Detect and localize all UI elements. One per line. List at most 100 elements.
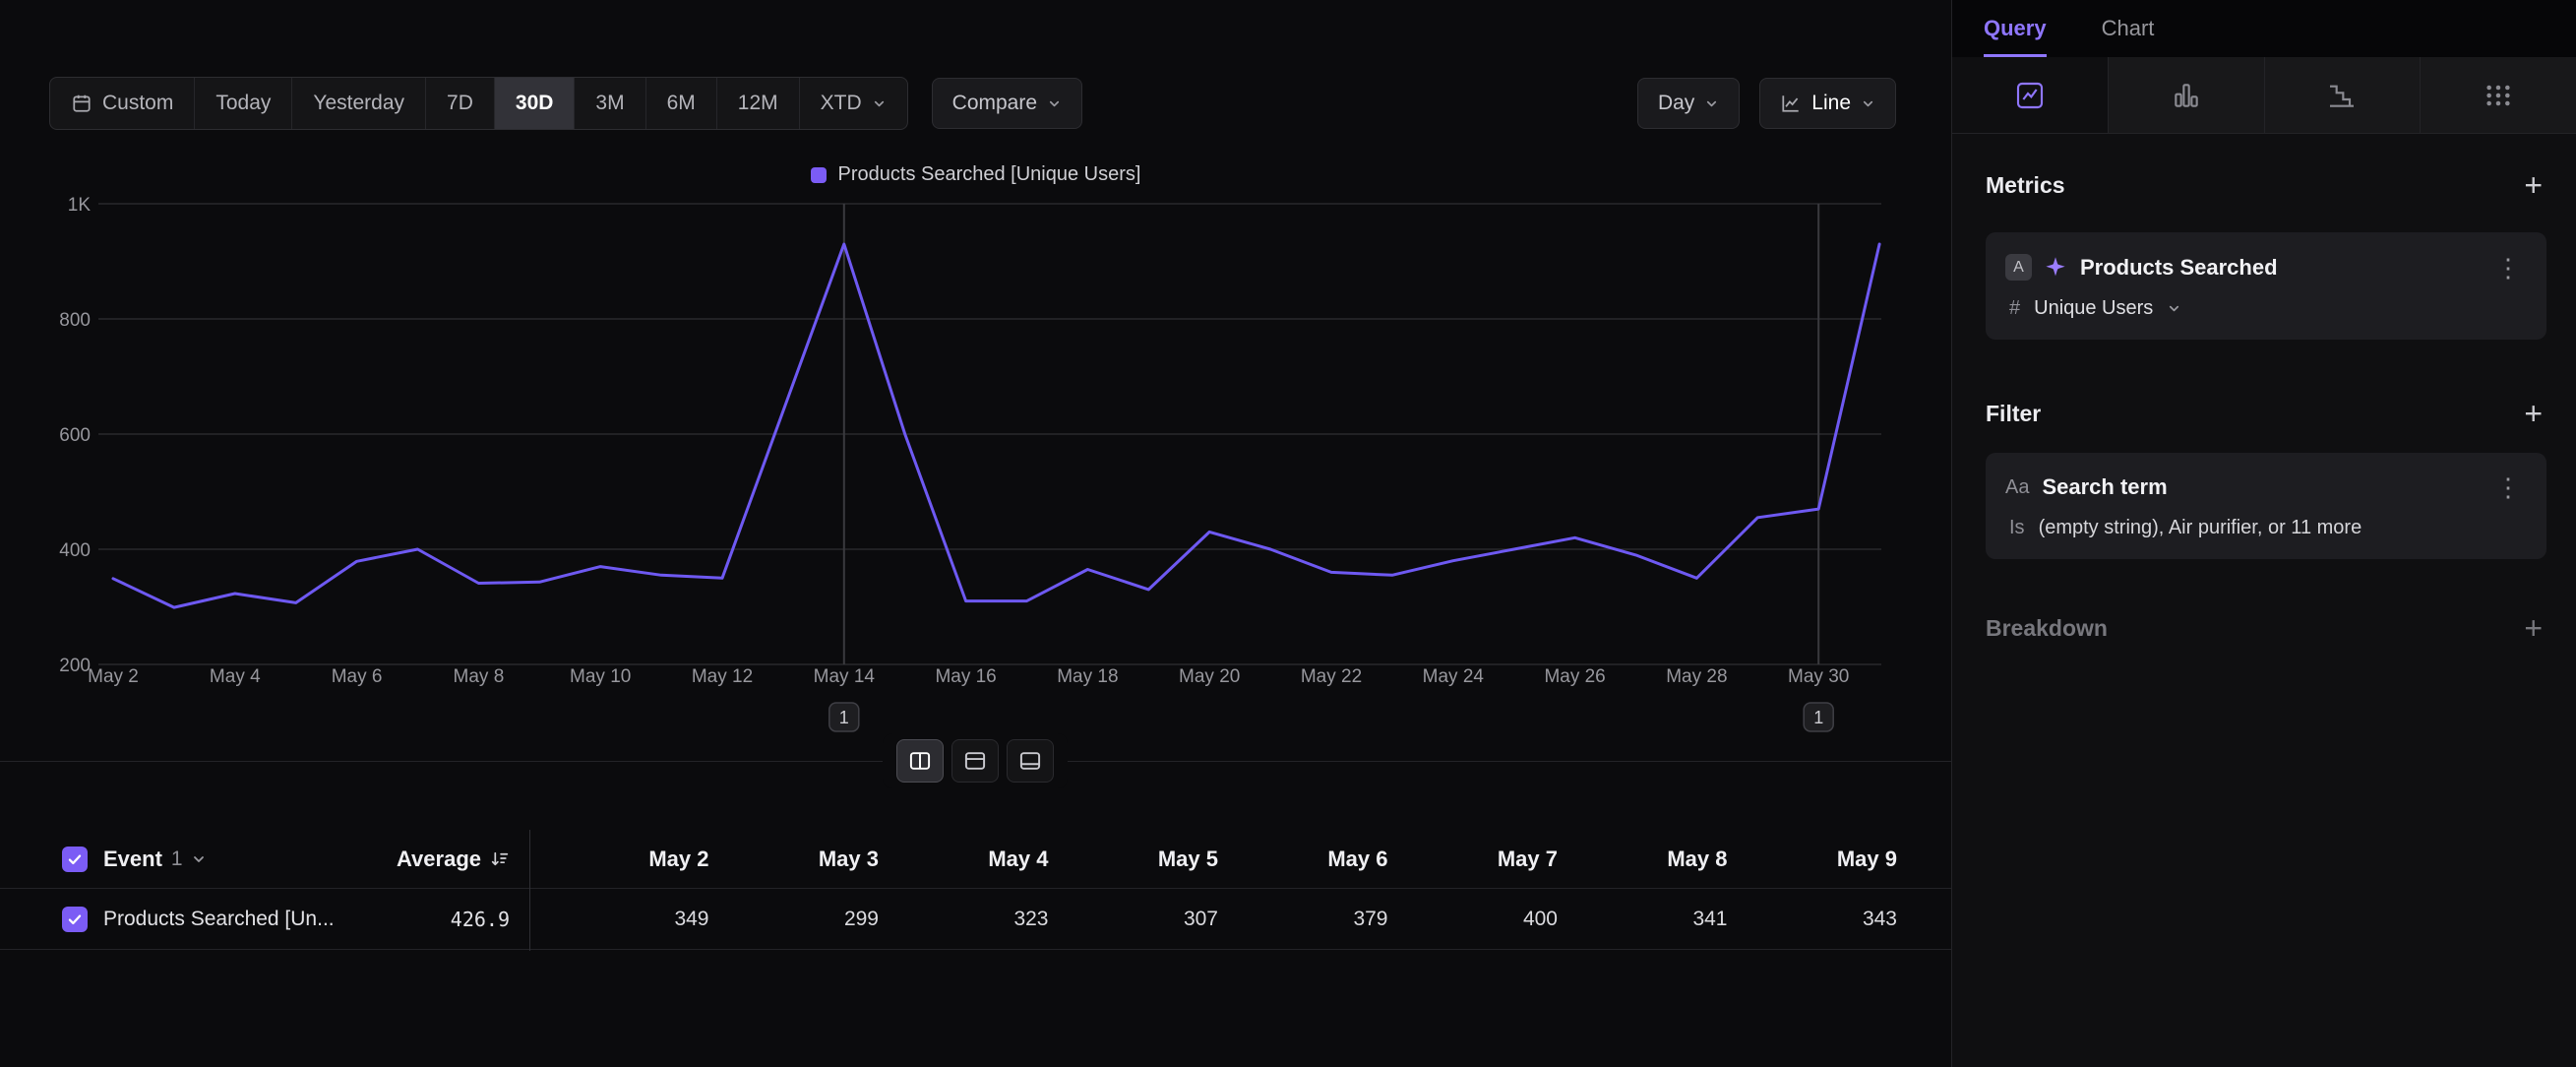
query-sidebar: Query Chart Metrics + A xyxy=(1951,0,2576,1067)
svg-text:May 10: May 10 xyxy=(570,666,631,687)
event-count: 1 xyxy=(171,847,183,871)
layout-split-columns-button[interactable] xyxy=(896,739,944,783)
chevron-down-icon xyxy=(1861,96,1875,111)
filter-operator: Is xyxy=(2009,517,2025,539)
tab-query[interactable]: Query xyxy=(1984,0,2047,57)
svg-text:May 22: May 22 xyxy=(1301,666,1362,687)
cell-value: 307 xyxy=(1049,908,1219,931)
tab-funnels[interactable] xyxy=(2108,57,2264,133)
metric-letter-badge: A xyxy=(2005,254,2032,281)
bottom-bar-layout-icon xyxy=(1017,748,1043,774)
breakdown-title: Breakdown xyxy=(1986,615,2108,642)
column-header: May 7 xyxy=(1388,847,1559,872)
sort-icon[interactable] xyxy=(489,848,510,869)
svg-text:May 16: May 16 xyxy=(935,666,996,687)
column-header: May 3 xyxy=(709,847,880,872)
cell-value: 400 xyxy=(1388,908,1559,931)
svg-text:May 4: May 4 xyxy=(210,666,261,687)
cell-value: 323 xyxy=(879,908,1049,931)
svg-text:1K: 1K xyxy=(68,195,92,216)
date-range-segmented-control: Custom Today Yesterday 7D 30D 3M 6M 12M … xyxy=(49,77,908,130)
chart-type-button[interactable]: Line xyxy=(1759,78,1896,129)
range-3m-button[interactable]: 3M xyxy=(574,78,644,129)
metrics-title: Metrics xyxy=(1986,172,2065,199)
column-header: May 4 xyxy=(879,847,1049,872)
kebab-menu-icon[interactable]: ⋮ xyxy=(2489,255,2527,281)
metrics-section-header: Metrics + xyxy=(1986,169,2546,201)
range-xtd-button[interactable]: XTD xyxy=(799,78,907,129)
svg-text:May 14: May 14 xyxy=(814,666,876,687)
filter-condition[interactable]: Is (empty string), Air purifier, or 11 m… xyxy=(2005,517,2527,539)
svg-text:1: 1 xyxy=(1813,708,1823,727)
measure-selector[interactable]: # Unique Users xyxy=(2005,297,2527,320)
line-chart: 1K80060040020011May 2May 4May 6May 8May … xyxy=(0,167,1951,758)
chart-type-label: Line xyxy=(1811,92,1851,115)
select-all-checkbox[interactable] xyxy=(62,847,88,872)
range-6m-button[interactable]: 6M xyxy=(645,78,716,129)
range-12m-button[interactable]: 12M xyxy=(716,78,799,129)
report-type-tabs xyxy=(1952,57,2576,134)
svg-text:May 12: May 12 xyxy=(692,666,753,687)
chevron-down-icon xyxy=(1704,96,1719,111)
split-columns-icon xyxy=(907,748,933,774)
analytics-app: Custom Today Yesterday 7D 30D 3M 6M 12M … xyxy=(0,0,2576,1067)
average-label: Average xyxy=(397,847,481,872)
average-header: Average xyxy=(397,847,510,872)
svg-text:May 20: May 20 xyxy=(1179,666,1240,687)
top-bar-layout-icon xyxy=(962,748,988,774)
column-header: May 8 xyxy=(1558,847,1728,872)
svg-text:May 30: May 30 xyxy=(1788,666,1849,687)
cell-value: 341 xyxy=(1558,908,1728,931)
add-filter-button[interactable]: + xyxy=(2520,398,2546,429)
svg-text:400: 400 xyxy=(59,540,91,561)
add-metric-button[interactable]: + xyxy=(2520,169,2546,201)
column-header: May 2 xyxy=(539,847,709,872)
layout-toggle-group xyxy=(883,733,1068,788)
filter-title: Filter xyxy=(1986,401,2041,427)
tab-chart[interactable]: Chart xyxy=(2102,0,2155,57)
line-chart-icon xyxy=(1780,93,1802,114)
add-breakdown-button[interactable]: + xyxy=(2520,612,2546,644)
table-header-row: Event 1 Average May 2 May 3 May xyxy=(0,830,1951,889)
svg-text:May 8: May 8 xyxy=(454,666,505,687)
row-checkbox[interactable] xyxy=(62,907,88,932)
range-today-button[interactable]: Today xyxy=(194,78,291,129)
chevron-down-icon[interactable] xyxy=(191,851,207,867)
table-header-columns: May 2 May 3 May 4 May 5 May 6 May 7 May … xyxy=(529,847,1951,872)
column-header: May 9 xyxy=(1728,847,1898,872)
granularity-label: Day xyxy=(1658,92,1694,115)
chevron-down-icon xyxy=(872,96,887,111)
cell-value: 343 xyxy=(1728,908,1898,931)
svg-text:1: 1 xyxy=(839,708,849,727)
granularity-button[interactable]: Day xyxy=(1637,78,1740,129)
tab-retention[interactable] xyxy=(2264,57,2421,133)
hash-icon: # xyxy=(2009,297,2020,320)
svg-text:May 24: May 24 xyxy=(1423,666,1485,687)
series-name: Products Searched [Un... xyxy=(103,908,335,931)
chevron-down-icon xyxy=(2167,301,2181,316)
table-row-values: 349 299 323 307 379 400 341 343 xyxy=(529,908,1951,931)
layout-top-bar-button[interactable] xyxy=(951,739,999,783)
svg-text:200: 200 xyxy=(59,656,91,676)
filter-card[interactable]: Aa Search term ⋮ Is (empty string), Air … xyxy=(1986,453,2546,559)
sidebar-tabs: Query Chart xyxy=(1952,0,2576,57)
metric-card[interactable]: A Products Searched ⋮ # Unique Users xyxy=(1986,232,2546,340)
column-header: May 5 xyxy=(1049,847,1219,872)
cell-value: 349 xyxy=(539,908,709,931)
range-30d-button[interactable]: 30D xyxy=(494,78,575,129)
table-header-fixed: Event 1 Average xyxy=(0,847,529,872)
compare-button[interactable]: Compare xyxy=(932,78,1082,129)
table-column-divider xyxy=(529,830,530,951)
retention-steps-icon xyxy=(2326,80,2358,111)
tab-insights[interactable] xyxy=(1952,57,2108,134)
layout-bottom-bar-button[interactable] xyxy=(1007,739,1054,783)
svg-text:May 18: May 18 xyxy=(1057,666,1118,687)
range-custom-button[interactable]: Custom xyxy=(50,78,194,129)
event-label: Event xyxy=(103,847,162,872)
date-range-controls: Custom Today Yesterday 7D 30D 3M 6M 12M … xyxy=(49,77,1082,130)
range-yesterday-button[interactable]: Yesterday xyxy=(291,78,425,129)
range-7d-button[interactable]: 7D xyxy=(425,78,494,129)
tab-flows[interactable] xyxy=(2420,57,2576,133)
kebab-menu-icon[interactable]: ⋮ xyxy=(2489,474,2527,500)
svg-text:800: 800 xyxy=(59,310,91,331)
